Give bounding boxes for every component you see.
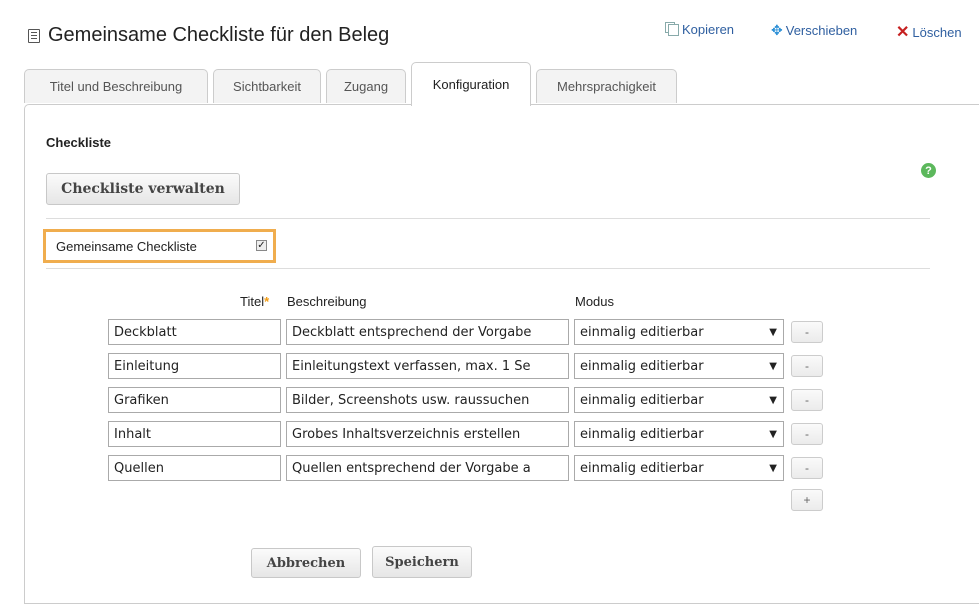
cancel-button[interactable]: Abbrechen bbox=[251, 548, 361, 578]
delete-link[interactable]: ✕ Löschen bbox=[896, 22, 962, 42]
dropdown-arrow-icon: ▼ bbox=[769, 428, 777, 440]
tab-label: Zugang bbox=[343, 79, 389, 94]
modus-select[interactable]: einmalig editierbar ▼ bbox=[574, 319, 784, 345]
remove-row-button[interactable]: - bbox=[791, 457, 823, 479]
modus-value: einmalig editierbar bbox=[580, 460, 704, 476]
move-label: Verschieben bbox=[785, 23, 858, 38]
divider bbox=[46, 268, 930, 269]
modus-value: einmalig editierbar bbox=[580, 324, 704, 340]
shared-checklist-checkbox[interactable]: ✓ bbox=[256, 240, 267, 251]
required-marker: * bbox=[264, 294, 270, 309]
dropdown-arrow-icon: ▼ bbox=[769, 462, 777, 474]
beschreibung-input[interactable]: Grobes Inhaltsverzeichnis erstellen bbox=[286, 421, 569, 447]
copy-icon bbox=[665, 21, 679, 36]
column-header-titel: Titel* bbox=[240, 294, 269, 309]
column-header-modus: Modus bbox=[575, 294, 615, 309]
move-link[interactable]: ✥ Verschieben bbox=[771, 22, 857, 39]
manage-checklist-button[interactable]: Checkliste verwalten bbox=[46, 173, 240, 205]
delete-icon: ✕ bbox=[896, 24, 910, 41]
modus-select[interactable]: einmalig editierbar ▼ bbox=[574, 455, 784, 481]
modus-select[interactable]: einmalig editierbar ▼ bbox=[574, 421, 784, 447]
move-icon: ✥ bbox=[771, 22, 783, 38]
titel-input[interactable]: Inhalt bbox=[108, 421, 281, 447]
modus-select[interactable]: einmalig editierbar ▼ bbox=[574, 353, 784, 379]
modus-select[interactable]: einmalig editierbar ▼ bbox=[574, 387, 784, 413]
titel-input[interactable]: Einleitung bbox=[108, 353, 281, 379]
save-button[interactable]: Speichern bbox=[372, 546, 472, 578]
tab-label: Titel und Beschreibung bbox=[49, 79, 183, 94]
tab-mehrsprachigkeit[interactable]: Mehrsprachigkeit bbox=[536, 69, 677, 103]
remove-row-button[interactable]: - bbox=[791, 389, 823, 411]
remove-row-button[interactable]: - bbox=[791, 321, 823, 343]
tab-label: Konfiguration bbox=[432, 77, 510, 92]
copy-label: Kopieren bbox=[682, 22, 735, 37]
column-header-titel-label: Titel bbox=[240, 294, 265, 309]
shared-checklist-option: Gemeinsame Checkliste ✓ bbox=[43, 229, 276, 263]
add-row-button[interactable]: + bbox=[791, 489, 823, 511]
tab-konfiguration[interactable]: Konfiguration bbox=[411, 62, 531, 106]
page-title-text: Gemeinsame Checkliste für den Beleg bbox=[48, 24, 390, 46]
remove-row-button[interactable]: - bbox=[791, 423, 823, 445]
tab-label: Mehrsprachigkeit bbox=[557, 79, 656, 94]
modus-value: einmalig editierbar bbox=[580, 426, 704, 442]
tab-sichtbarkeit[interactable]: Sichtbarkeit bbox=[213, 69, 321, 103]
copy-link[interactable]: Kopieren bbox=[665, 21, 735, 37]
titel-input[interactable]: Deckblatt bbox=[108, 319, 281, 345]
remove-row-button[interactable]: - bbox=[791, 355, 823, 377]
modus-value: einmalig editierbar bbox=[580, 392, 704, 408]
tab-titel-und-beschreibung[interactable]: Titel und Beschreibung bbox=[24, 69, 208, 103]
beschreibung-input[interactable]: Bilder, Screenshots usw. raussuchen bbox=[286, 387, 569, 413]
section-heading: Checkliste bbox=[46, 135, 112, 150]
tab-zugang[interactable]: Zugang bbox=[326, 69, 406, 103]
help-icon[interactable]: ? bbox=[921, 163, 936, 178]
beschreibung-input[interactable]: Deckblatt entsprechend der Vorgabe bbox=[286, 319, 569, 345]
dropdown-arrow-icon: ▼ bbox=[769, 394, 777, 406]
modus-value: einmalig editierbar bbox=[580, 358, 704, 374]
page-title: Gemeinsame Checkliste für den Beleg bbox=[28, 24, 389, 47]
beschreibung-input[interactable]: Quellen entsprechend der Vorgabe a bbox=[286, 455, 569, 481]
tab-label: Sichtbarkeit bbox=[233, 79, 301, 94]
shared-checklist-label: Gemeinsame Checkliste bbox=[56, 238, 197, 254]
checklist-icon bbox=[28, 28, 40, 43]
titel-input[interactable]: Grafiken bbox=[108, 387, 281, 413]
column-header-beschreibung: Beschreibung bbox=[287, 294, 367, 309]
titel-input[interactable]: Quellen bbox=[108, 455, 281, 481]
beschreibung-input[interactable]: Einleitungstext verfassen, max. 1 Se bbox=[286, 353, 569, 379]
delete-label: Löschen bbox=[912, 24, 962, 40]
dropdown-arrow-icon: ▼ bbox=[769, 360, 777, 372]
divider bbox=[46, 218, 930, 219]
dropdown-arrow-icon: ▼ bbox=[769, 326, 777, 338]
